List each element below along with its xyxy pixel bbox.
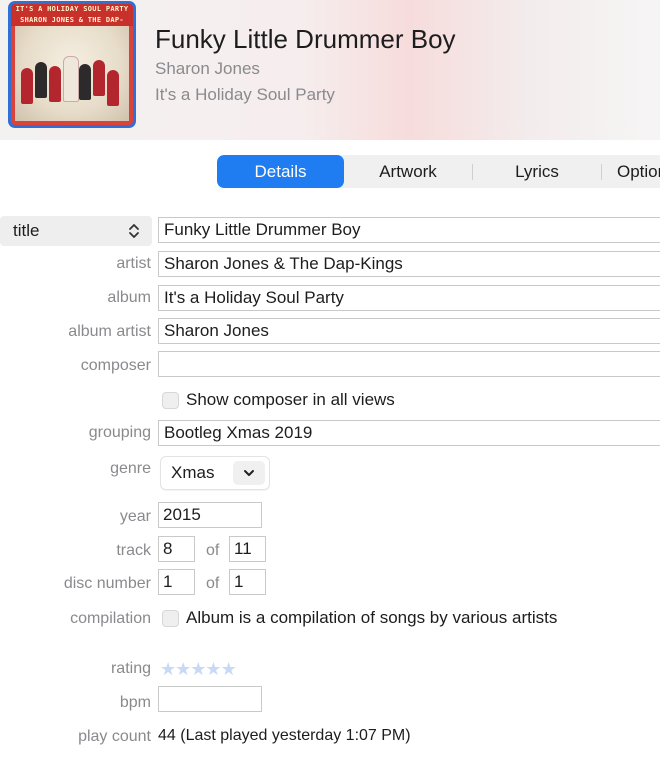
rating-star-icon[interactable]: ★ (175, 659, 191, 679)
tab-options[interactable]: Options (617, 155, 660, 188)
grouping-label: grouping (88, 424, 151, 441)
genre-popup[interactable]: Xmas (160, 456, 270, 490)
song-header: IT'S A HOLIDAY SOUL PARTY SHARON JONES &… (0, 0, 660, 140)
tab-bar: Details Artwork Lyrics Options (217, 155, 660, 188)
chevron-down-icon (244, 470, 254, 476)
tab-separator (601, 164, 602, 180)
tab-artwork[interactable]: Artwork (344, 155, 472, 188)
year-input[interactable]: 2015 (158, 502, 262, 528)
title-field-selector[interactable]: title (0, 216, 152, 246)
rating-label: rating (110, 660, 151, 677)
tab-lyrics[interactable]: Lyrics (473, 155, 601, 188)
disc-number-label: disc number (63, 575, 151, 592)
composer-input[interactable] (158, 351, 660, 377)
album-artist-label: album artist (68, 323, 151, 340)
bpm-input[interactable] (158, 686, 262, 712)
compilation-text: Album is a compilation of songs by vario… (186, 608, 558, 627)
song-title: Funky Little Drummer Boy (155, 24, 456, 54)
tab-details[interactable]: Details (217, 155, 344, 188)
album-artist-input[interactable]: Sharon Jones (158, 318, 660, 344)
play-count-label: play count (78, 728, 151, 745)
song-artist: Sharon Jones (155, 59, 260, 78)
genre-label: genre (110, 460, 151, 477)
album-label: album (107, 289, 151, 306)
artwork-text-line1: IT'S A HOLIDAY SOUL PARTY (15, 5, 129, 13)
bpm-label: bpm (119, 694, 151, 711)
track-label: track (116, 542, 151, 559)
rating-star-icon[interactable]: ★ (221, 659, 237, 679)
album-input[interactable]: It's a Holiday Soul Party (158, 285, 660, 311)
rating-star-icon[interactable]: ★ (160, 659, 176, 679)
composer-label: composer (80, 357, 151, 374)
genre-value: Xmas (171, 463, 215, 482)
up-down-chevron-icon (129, 224, 139, 238)
compilation-checkbox[interactable] (162, 610, 179, 627)
compilation-label: compilation (70, 610, 151, 627)
disc-total-input[interactable]: 1 (229, 569, 266, 595)
artist-label: artist (116, 255, 151, 272)
title-selector-label: title (13, 221, 40, 240)
title-input[interactable]: Funky Little Drummer Boy (158, 217, 660, 243)
rating-star-icon[interactable]: ★ (205, 659, 221, 679)
rating-stars[interactable]: ★★★★★ (160, 659, 237, 680)
rating-star-icon[interactable]: ★ (190, 659, 206, 679)
album-artwork[interactable]: IT'S A HOLIDAY SOUL PARTY SHARON JONES &… (11, 4, 133, 125)
artwork-title-band: IT'S A HOLIDAY SOUL PARTY SHARON JONES &… (11, 4, 133, 35)
disc-number-input[interactable]: 1 (158, 569, 195, 595)
disc-of-label: of (206, 575, 220, 592)
track-total-input[interactable]: 11 (229, 536, 266, 562)
genre-dropdown-button[interactable] (233, 461, 265, 485)
play-count-value: 44 (Last played yesterday 1:07 PM) (158, 727, 411, 744)
song-info-window: IT'S A HOLIDAY SOUL PARTY SHARON JONES &… (0, 0, 660, 776)
grouping-input[interactable]: Bootleg Xmas 2019 (158, 420, 660, 446)
artwork-photo (15, 26, 129, 121)
track-number-input[interactable]: 8 (158, 536, 195, 562)
show-composer-checkbox[interactable] (162, 392, 179, 409)
song-album: It's a Holiday Soul Party (155, 85, 335, 104)
track-of-label: of (206, 542, 220, 559)
show-composer-label: Show composer in all views (186, 390, 395, 409)
year-label: year (119, 508, 151, 525)
artist-input[interactable]: Sharon Jones & The Dap-Kings (158, 251, 660, 277)
